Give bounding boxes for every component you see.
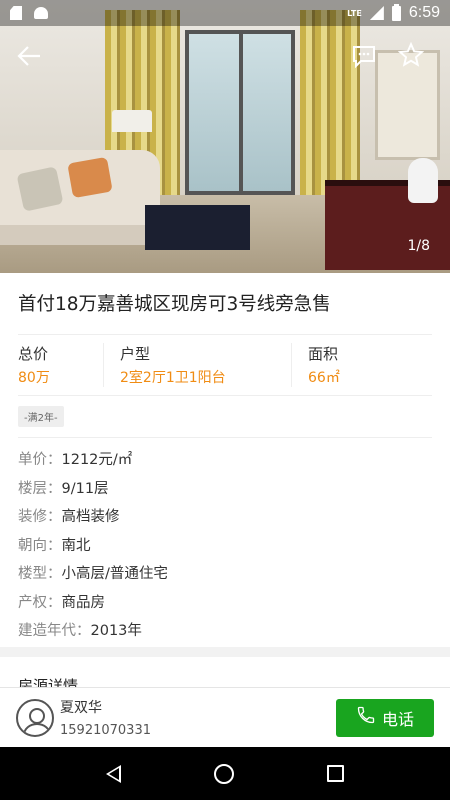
detail-build-year: 建造年代：2013年 xyxy=(18,623,142,639)
nav-recent-apps-icon[interactable] xyxy=(326,765,344,782)
summary-total-price: 总价 80万 xyxy=(18,345,50,386)
system-nav-bar xyxy=(0,747,450,800)
signal-icon xyxy=(369,6,384,20)
chat-bubble-icon[interactable] xyxy=(352,44,376,72)
listing-info-card: 首付18万嘉善城区现房可3号线旁急售 总价 80万 户型 2室2厅1卫1阳台 面… xyxy=(0,273,450,647)
phone-icon xyxy=(356,705,376,730)
detail-building-type: 楼型：小高层/普通住宅 xyxy=(18,566,168,582)
tag-row: -满2年- xyxy=(18,396,432,438)
call-label: 电话 xyxy=(381,709,414,729)
summary-area: 面积 66㎡ xyxy=(291,343,340,387)
battery-icon xyxy=(391,3,401,21)
detail-ownership: 产权：商品房 xyxy=(18,594,105,611)
nav-home-icon[interactable] xyxy=(213,763,234,784)
detail-floor: 楼层：9/11层 xyxy=(18,480,109,497)
star-outline-icon[interactable] xyxy=(397,41,425,73)
detail-list: 单价：1212元/㎡ 楼层：9/11层 装修：高档装修 朝向：南北 楼型：小高层… xyxy=(18,438,432,646)
photo-counter: 1/8 xyxy=(407,238,430,254)
nav-back-icon[interactable] xyxy=(106,764,122,783)
avatar[interactable] xyxy=(16,698,54,737)
detail-orientation: 朝向：南北 xyxy=(18,537,91,554)
call-button[interactable]: 电话 xyxy=(336,698,434,737)
detail-unit-price: 单价：1212元/㎡ xyxy=(18,452,133,468)
listing-photo[interactable] xyxy=(0,0,450,273)
back-arrow-icon[interactable] xyxy=(16,44,42,72)
agent-info: 夏双华 15921070331 xyxy=(60,697,151,738)
listing-title: 首付18万嘉善城区现房可3号线旁急售 xyxy=(18,294,331,315)
network-type: LTE xyxy=(347,8,362,18)
summary-row: 总价 80万 户型 2室2厅1卫1阳台 面积 66㎡ xyxy=(18,334,432,396)
agent-phone: 15921070331 xyxy=(60,723,151,738)
tag-badge: -满2年- xyxy=(18,406,64,427)
sd-card-icon xyxy=(10,6,22,20)
summary-layout: 户型 2室2厅1卫1阳台 xyxy=(103,343,291,387)
status-bar: LTE 6:59 xyxy=(0,0,450,26)
contact-bar: 夏双华 15921070331 电话 xyxy=(0,687,450,747)
detail-decoration: 装修：高档装修 xyxy=(18,509,120,525)
agent-name: 夏双华 xyxy=(60,700,102,716)
android-icon xyxy=(34,7,48,19)
status-time: 6:59 xyxy=(408,4,440,21)
